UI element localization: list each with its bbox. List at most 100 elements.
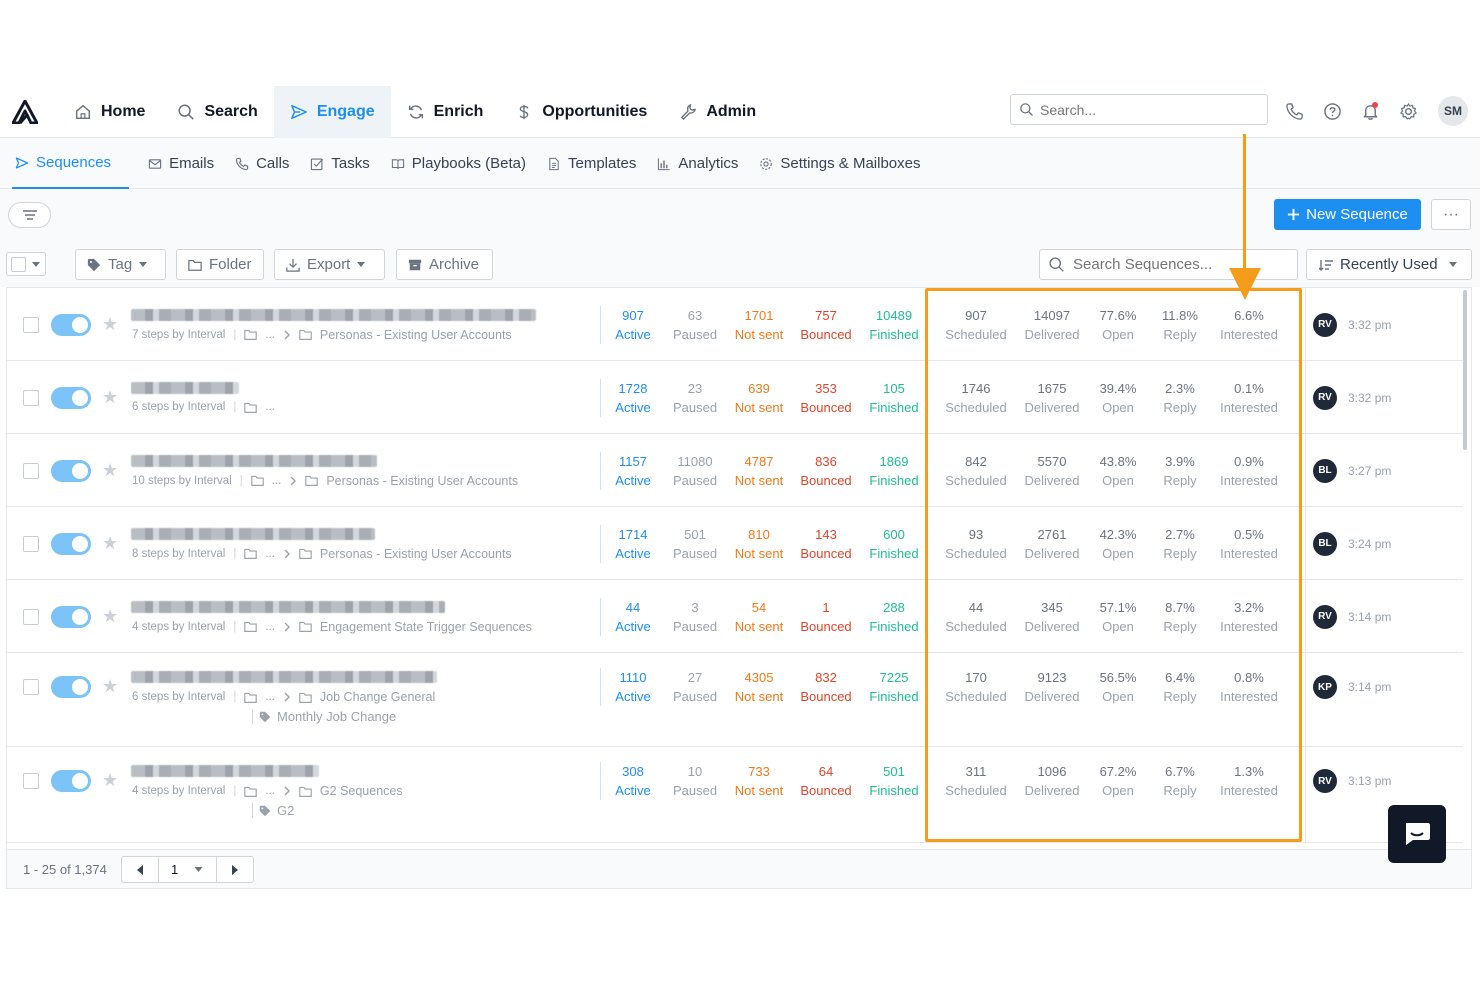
metric-active[interactable]: 1110 Active — [598, 668, 668, 706]
tab-templates[interactable]: Templates — [544, 138, 654, 189]
sequence-active-toggle[interactable] — [51, 386, 91, 409]
table-row[interactable]: ★ 4 steps by Interval |... Engagement State… — [7, 580, 1463, 653]
sequence-name-redacted[interactable] — [131, 454, 377, 467]
sort-dropdown[interactable]: Recently Used — [1306, 249, 1472, 280]
prev-page-button[interactable] — [122, 857, 158, 882]
sequence-active-toggle[interactable] — [51, 770, 91, 792]
metric-interested[interactable]: 0.1% Interested — [1214, 379, 1284, 417]
row-checkbox[interactable] — [23, 535, 39, 552]
metric-paused[interactable]: 501 Paused — [660, 525, 730, 563]
folder-name-link[interactable]: Job Change General — [320, 690, 435, 704]
metric-not-sent[interactable]: 4787 Not sent — [724, 452, 794, 490]
metric-bounced[interactable]: 836 Bounced — [791, 452, 861, 490]
metric-scheduled[interactable]: 842 Scheduled — [941, 452, 1011, 490]
metric-interested[interactable]: 3.2% Interested — [1214, 598, 1284, 636]
metric-paused[interactable]: 27 Paused — [660, 668, 730, 706]
nav-item-admin[interactable]: Admin — [663, 86, 772, 138]
tag-button[interactable]: Tag — [75, 249, 166, 280]
metric-paused[interactable]: 63 Paused — [660, 306, 730, 344]
metric-finished[interactable]: 600 Finished — [859, 525, 929, 563]
metric-not-sent[interactable]: 1701 Not sent — [724, 306, 794, 344]
metric-scheduled[interactable]: 311 Scheduled — [941, 762, 1011, 800]
sequence-name-redacted[interactable] — [131, 381, 239, 394]
metric-open[interactable]: 77.6% Open — [1083, 306, 1153, 344]
nav-item-opportunities[interactable]: Opportunities — [499, 86, 663, 138]
sequence-tag[interactable]: Monthly Job Change — [252, 709, 396, 724]
owner-avatar[interactable]: BL — [1313, 458, 1337, 483]
metric-interested[interactable]: 0.9% Interested — [1214, 452, 1284, 490]
metric-bounced[interactable]: 832 Bounced — [791, 668, 861, 706]
star-icon[interactable]: ★ — [102, 460, 118, 481]
tab-playbooks[interactable]: Playbooks (Beta) — [388, 138, 544, 189]
owner-avatar[interactable]: RV — [1313, 769, 1337, 793]
apollo-logo-icon[interactable] — [12, 100, 38, 124]
metric-paused[interactable]: 3 Paused — [660, 598, 730, 636]
sequence-active-toggle[interactable] — [51, 605, 91, 628]
metric-active[interactable]: 1157 Active — [598, 452, 668, 490]
metric-interested[interactable]: 0.8% Interested — [1214, 668, 1284, 706]
star-icon[interactable]: ★ — [102, 770, 118, 791]
metric-scheduled[interactable]: 170 Scheduled — [941, 668, 1011, 706]
metric-delivered[interactable]: 1096 Delivered — [1017, 762, 1087, 800]
table-row[interactable]: ★ 4 steps by Interval |... G2 Sequences G2 … — [7, 747, 1463, 843]
metric-finished[interactable]: 288 Finished — [859, 598, 929, 636]
star-icon[interactable]: ★ — [102, 676, 118, 697]
row-checkbox[interactable] — [23, 608, 39, 625]
table-row[interactable]: ★ 10 steps by Interval |... Personas - Exis… — [7, 434, 1463, 507]
tab-tasks[interactable]: Tasks — [307, 138, 387, 189]
sequence-name-redacted[interactable] — [131, 765, 319, 777]
tab-sequences[interactable]: Sequences — [12, 138, 130, 189]
metric-bounced[interactable]: 757 Bounced — [791, 306, 861, 344]
metric-active[interactable]: 907 Active — [598, 306, 668, 344]
metric-delivered[interactable]: 14097 Delivered — [1017, 306, 1087, 344]
metric-reply[interactable]: 2.3% Reply — [1145, 379, 1215, 417]
metric-reply[interactable]: 2.7% Reply — [1145, 525, 1215, 563]
metric-open[interactable]: 42.3% Open — [1083, 525, 1153, 563]
metric-paused[interactable]: 23 Paused — [660, 379, 730, 417]
star-icon[interactable]: ★ — [102, 606, 118, 627]
sequence-name-redacted[interactable] — [131, 671, 437, 683]
tab-calls[interactable]: Calls — [232, 138, 307, 189]
metric-finished[interactable]: 1869 Finished — [859, 452, 929, 490]
new-sequence-button[interactable]: New Sequence — [1274, 199, 1421, 230]
metric-open[interactable]: 67.2% Open — [1083, 762, 1153, 800]
notifications-button[interactable] — [1358, 99, 1382, 123]
metric-reply[interactable]: 3.9% Reply — [1145, 452, 1215, 490]
owner-avatar[interactable]: BL — [1313, 531, 1337, 556]
metric-interested[interactable]: 0.5% Interested — [1214, 525, 1284, 563]
help-button[interactable] — [1320, 99, 1344, 123]
metric-open[interactable]: 56.5% Open — [1083, 668, 1153, 706]
metric-active[interactable]: 1728 Active — [598, 379, 668, 417]
tab-settings-mailboxes[interactable]: Settings & Mailboxes — [756, 138, 938, 189]
sequence-active-toggle[interactable] — [51, 676, 91, 698]
tab-analytics[interactable]: Analytics — [654, 138, 756, 189]
metric-delivered[interactable]: 5570 Delivered — [1017, 452, 1087, 490]
metric-interested[interactable]: 6.6% Interested — [1214, 306, 1284, 344]
metric-delivered[interactable]: 9123 Delivered — [1017, 668, 1087, 706]
metric-not-sent[interactable]: 733 Not sent — [724, 762, 794, 800]
metric-active[interactable]: 44 Active — [598, 598, 668, 636]
table-row[interactable]: ★ 6 steps by Interval |... 1728 Active 23 … — [7, 361, 1463, 434]
metric-reply[interactable]: 6.4% Reply — [1145, 668, 1215, 706]
metric-not-sent[interactable]: 639 Not sent — [724, 379, 794, 417]
sequence-name-redacted[interactable] — [131, 308, 536, 321]
metric-active[interactable]: 308 Active — [598, 762, 668, 800]
owner-avatar[interactable]: RV — [1313, 312, 1337, 337]
metric-open[interactable]: 39.4% Open — [1083, 379, 1153, 417]
table-row[interactable]: ★ 6 steps by Interval |... Job Change Gener… — [7, 653, 1463, 747]
folder-name-link[interactable]: Personas - Existing User Accounts — [326, 474, 518, 488]
metric-paused[interactable]: 10 Paused — [660, 762, 730, 800]
metric-not-sent[interactable]: 54 Not sent — [724, 598, 794, 636]
more-options-button[interactable]: ··· — [1431, 199, 1471, 230]
page-select[interactable]: 1 — [158, 857, 217, 882]
nav-item-engage[interactable]: Engage — [273, 86, 391, 138]
sequence-active-toggle[interactable] — [51, 459, 91, 482]
global-search-box[interactable] — [1010, 94, 1268, 125]
owner-avatar[interactable]: KP — [1313, 675, 1337, 699]
metric-finished[interactable]: 7225 Finished — [859, 668, 929, 706]
metric-delivered[interactable]: 2761 Delivered — [1017, 525, 1087, 563]
folder-name-link[interactable]: G2 Sequences — [320, 784, 403, 798]
metric-bounced[interactable]: 64 Bounced — [791, 762, 861, 800]
metric-bounced[interactable]: 353 Bounced — [791, 379, 861, 417]
global-search-input[interactable] — [1040, 101, 1240, 118]
